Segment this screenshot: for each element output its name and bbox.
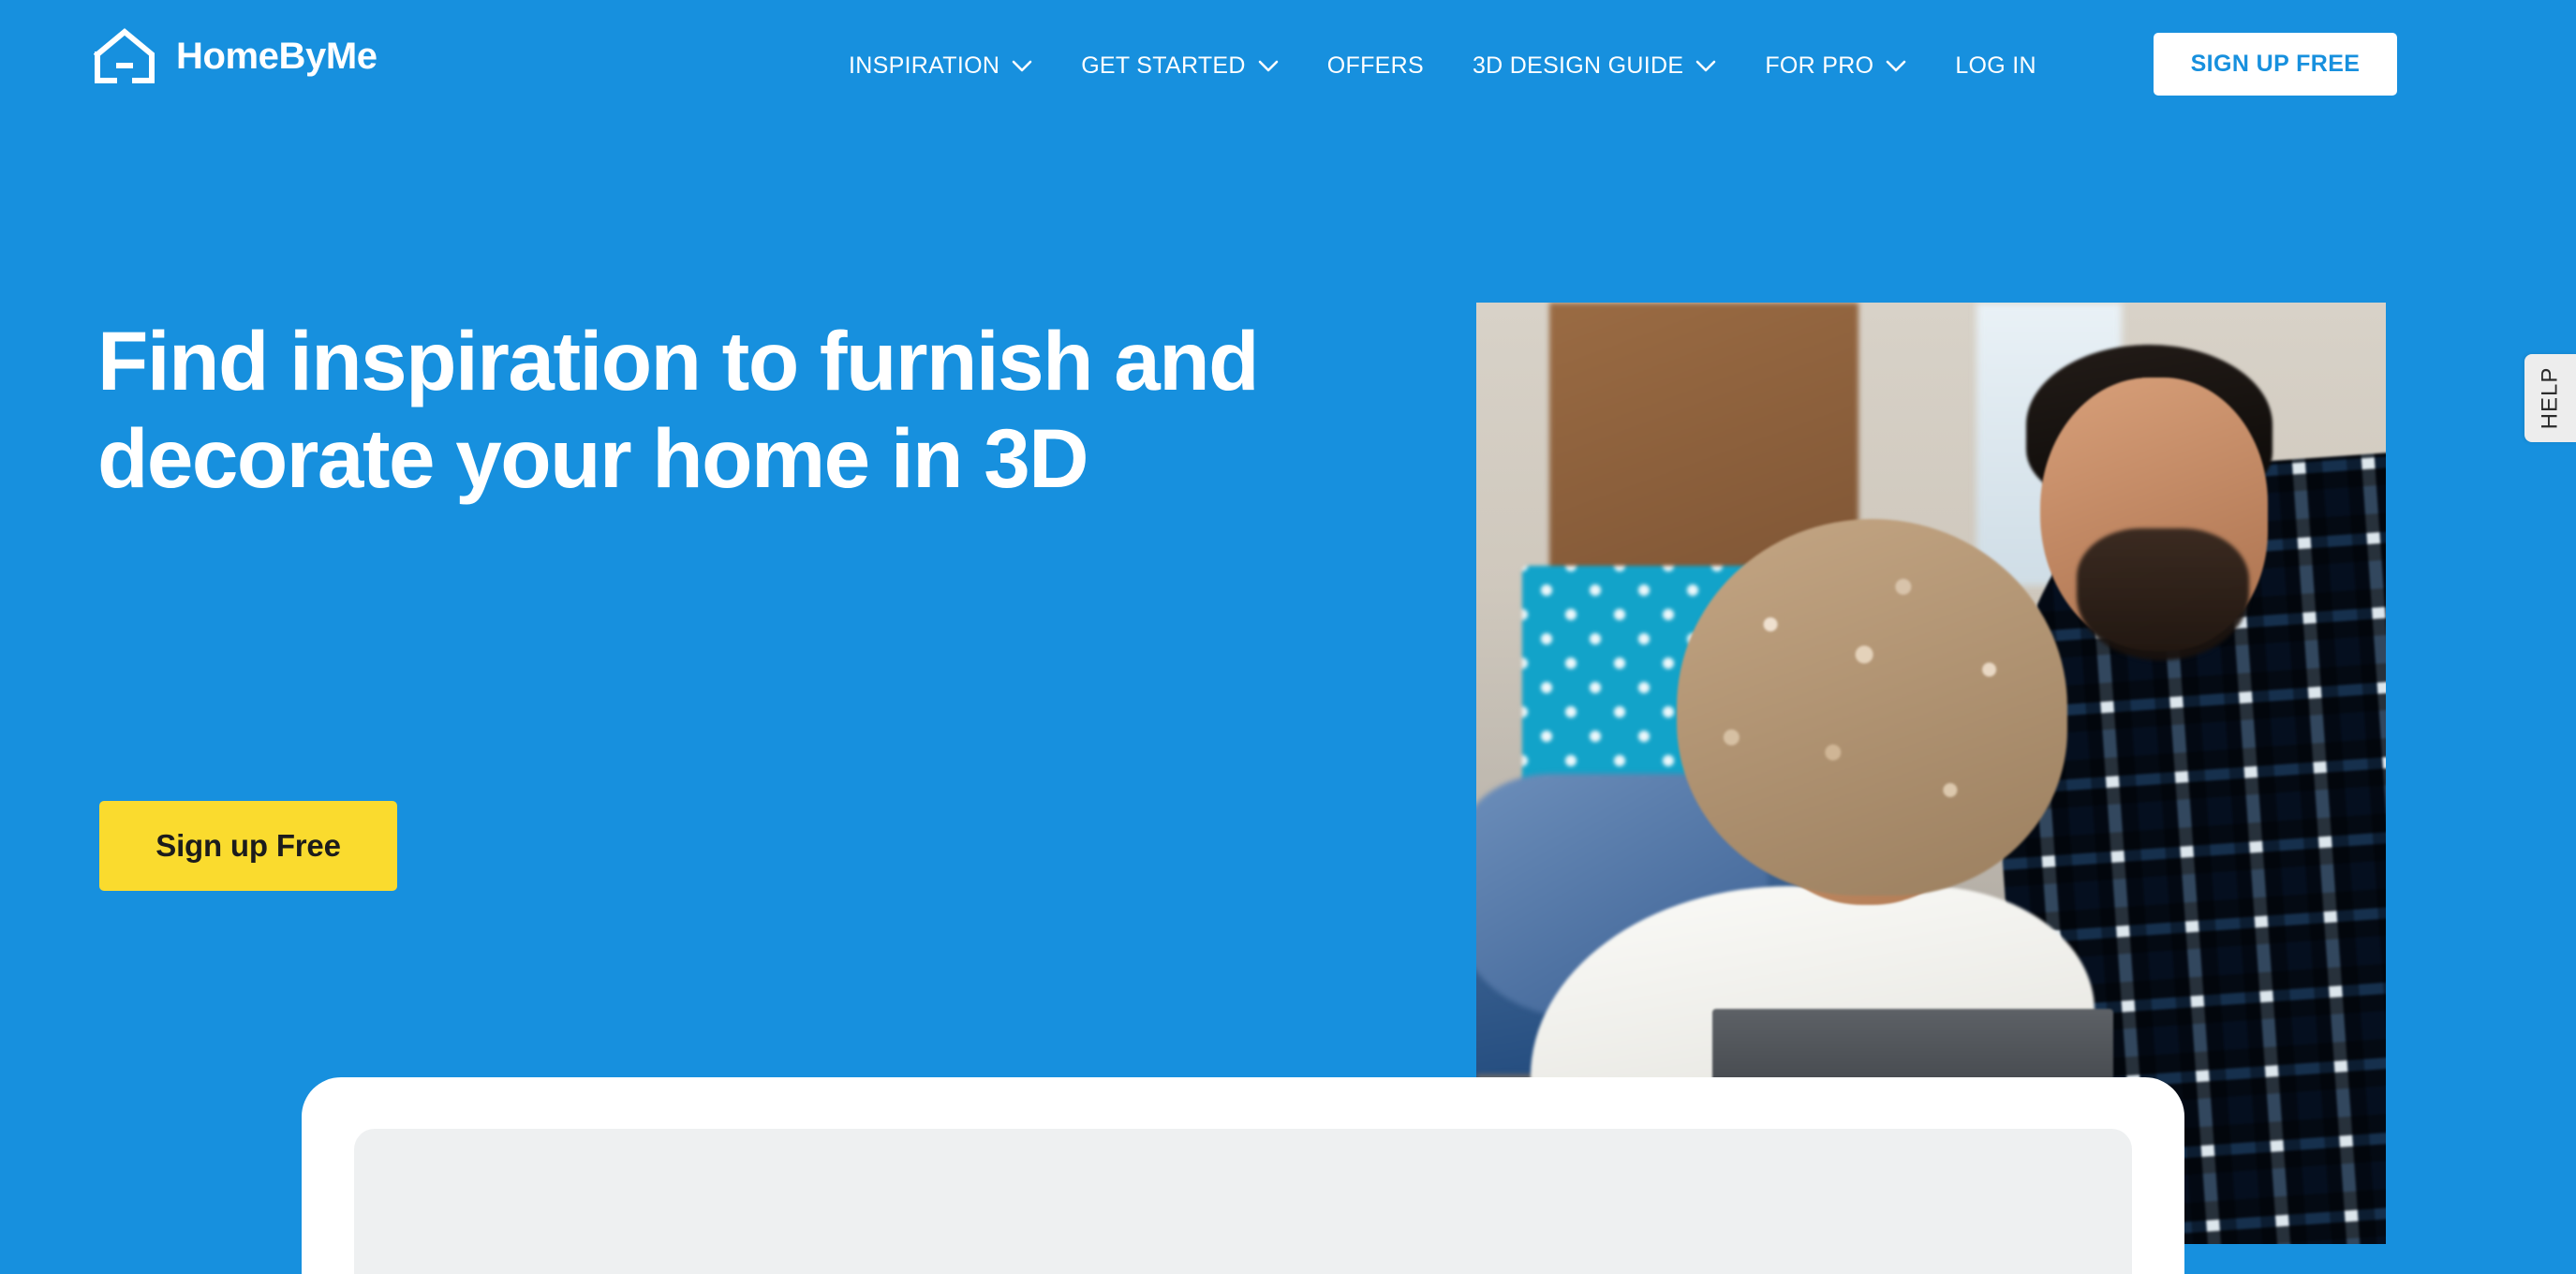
nav-item-offers[interactable]: OFFERS [1326, 52, 1424, 79]
nav-item-for-pro[interactable]: FOR PRO [1765, 52, 1906, 79]
brand-logo-link[interactable]: HomeByMe [94, 28, 378, 84]
gallery-inner-panel [354, 1129, 2132, 1274]
photo-woman-curly-hair [1676, 519, 2068, 896]
photo-man-beard [2076, 528, 2250, 660]
nav-label: LOG IN [1955, 52, 2036, 79]
main-navigation: INSPIRATION GET STARTED OFFERS 3D DESIGN… [849, 45, 2036, 86]
nav-label: GET STARTED [1081, 52, 1246, 79]
nav-label: FOR PRO [1765, 52, 1874, 79]
chevron-down-icon [1887, 60, 1906, 71]
nav-label: 3D DESIGN GUIDE [1472, 52, 1684, 79]
gallery-card [302, 1077, 2184, 1274]
brand-name: HomeByMe [176, 36, 378, 77]
sign-up-free-cta-button[interactable]: Sign up Free [99, 801, 397, 891]
help-tab[interactable]: HELP [2524, 354, 2576, 442]
sign-up-free-button[interactable]: SIGN UP FREE [2154, 33, 2397, 96]
nav-item-log-in[interactable]: LOG IN [1955, 52, 2036, 79]
chevron-down-icon [1012, 60, 1032, 71]
nav-item-3d-design-guide[interactable]: 3D DESIGN GUIDE [1472, 52, 1716, 79]
chevron-down-icon [1258, 60, 1279, 71]
nav-label: INSPIRATION [849, 52, 1000, 79]
nav-item-inspiration[interactable]: INSPIRATION [849, 52, 1032, 79]
site-header: HomeByMe INSPIRATION GET STARTED OFFERS … [0, 0, 2576, 139]
nav-item-get-started[interactable]: GET STARTED [1081, 52, 1279, 79]
nav-label: OFFERS [1326, 52, 1424, 79]
page-title: Find inspiration to furnish and decorate… [97, 314, 1259, 506]
landing-page: HomeByMe INSPIRATION GET STARTED OFFERS … [0, 0, 2576, 1274]
house-outline-icon [94, 28, 155, 83]
help-tab-label: HELP [2537, 366, 2563, 430]
chevron-down-icon [1696, 60, 1716, 71]
